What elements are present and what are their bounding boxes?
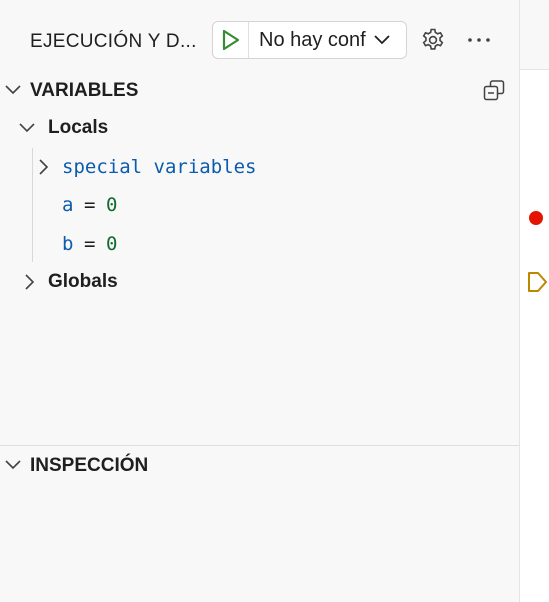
debug-window: EJECUCIÓN Y D... No hay conf VARIABLES L… [0, 0, 549, 602]
variables-section-title: VARIABLES [30, 80, 139, 101]
view-header: EJECUCIÓN Y D... No hay conf [0, 0, 519, 80]
chevron-down-icon [19, 123, 35, 133]
ellipsis-icon[interactable] [466, 33, 492, 47]
variable-group-special[interactable]: special variables [0, 148, 519, 186]
variable-value: 0 [106, 194, 118, 216]
variable-name: a [62, 194, 74, 216]
editor-area [520, 0, 549, 602]
launch-config-box: No hay conf [212, 21, 407, 59]
panel-separator [0, 445, 519, 446]
start-debugging-button[interactable] [213, 22, 249, 58]
scope-locals[interactable]: Locals [0, 109, 519, 147]
scope-label: Globals [48, 271, 118, 292]
view-title: EJECUCIÓN Y D... [30, 31, 197, 52]
run-and-debug-sidebar: EJECUCIÓN Y D... No hay conf VARIABLES L… [0, 0, 519, 602]
gear-icon[interactable] [420, 27, 446, 53]
launch-config-value: No hay conf [259, 28, 366, 51]
editor-tab-bar [520, 0, 549, 70]
stack-frame-icon [528, 272, 547, 292]
scope-globals[interactable]: Globals [0, 263, 519, 301]
collapse-all-icon[interactable] [482, 78, 506, 102]
variable-equals: = [84, 233, 96, 255]
watch-section-title: INSPECCIÓN [30, 455, 149, 476]
chevron-down-icon [5, 460, 21, 470]
scope-label: Locals [48, 117, 109, 138]
variable-equals: = [84, 194, 96, 216]
watch-section-header[interactable]: INSPECCIÓN [0, 447, 519, 483]
variable-name: b [62, 233, 74, 255]
variable-value: 0 [106, 233, 118, 255]
variables-section-header[interactable]: VARIABLES [0, 72, 519, 108]
variable-row[interactable]: b = 0 [0, 225, 519, 263]
variable-group-label: special variables [62, 156, 257, 178]
chevron-down-icon [5, 85, 21, 95]
chevron-right-icon [39, 159, 49, 175]
chevron-down-icon [374, 35, 390, 45]
launch-config-select[interactable]: No hay conf [249, 22, 406, 58]
variable-row[interactable]: a = 0 [0, 186, 519, 224]
breakpoint-dot-icon[interactable] [529, 211, 543, 225]
chevron-right-icon [25, 274, 35, 290]
play-icon [222, 29, 239, 51]
